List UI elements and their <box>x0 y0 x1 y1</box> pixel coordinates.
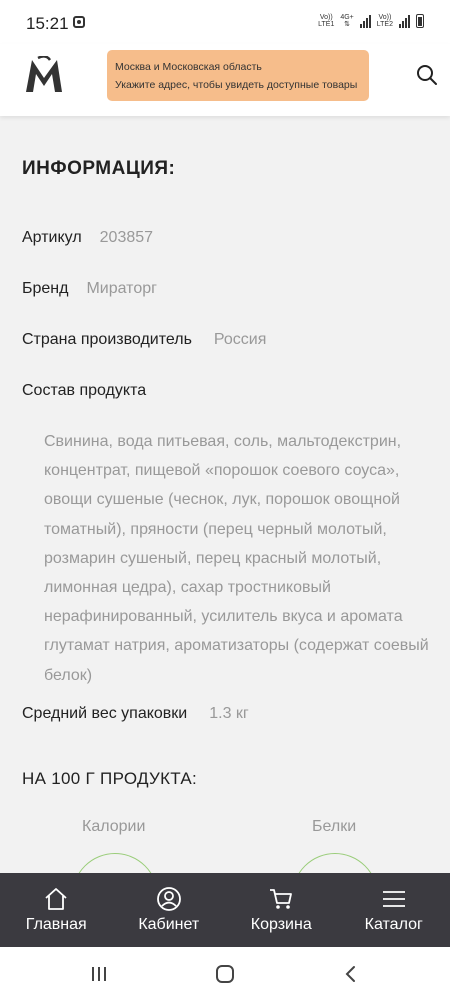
notification-icon <box>73 16 85 28</box>
protein-label: Белки <box>312 818 357 835</box>
sim1-indicator: Vo)) LTE1 <box>318 14 335 28</box>
brand-row: Бренд Мираторг <box>22 280 157 298</box>
brand-label: Бренд <box>22 280 69 297</box>
nav-cart[interactable]: Корзина <box>225 873 338 947</box>
recent-apps-icon[interactable] <box>91 966 107 982</box>
bottom-navigation: Главная Кабинет Корзина Каталог <box>0 873 450 947</box>
sim2-indicator: Vo)) LTE2 <box>376 14 393 28</box>
info-title: ИНФОРМАЦИЯ: <box>22 158 176 179</box>
signal-2-icon <box>399 14 410 28</box>
country-label: Страна производитель <box>22 331 192 348</box>
menu-icon <box>382 891 405 907</box>
country-value: Россия <box>213 331 267 348</box>
battery-icon <box>416 14 424 28</box>
nav-account-label: Кабинет <box>138 916 200 933</box>
home-icon <box>45 888 67 910</box>
system-navigation-bar <box>0 947 450 1000</box>
composition-text: Свинина, вода питьевая, соль, мальтодекс… <box>44 433 429 684</box>
calories-label: Калории <box>82 818 146 835</box>
miratorg-logo-icon[interactable] <box>24 56 64 94</box>
back-icon[interactable] <box>343 965 357 983</box>
status-indicators: Vo)) LTE1 4G+ ⇅ Vo)) LTE2 <box>318 14 424 28</box>
status-bar: 15:21 Vo)) LTE1 4G+ ⇅ Vo)) LTE2 <box>0 0 450 44</box>
article-value: 203857 <box>99 229 154 246</box>
network-type: 4G+ ⇅ <box>340 14 354 28</box>
delivery-address-banner[interactable]: Москва и Московская область Укажите адре… <box>107 50 369 101</box>
nav-home-label: Главная <box>25 916 87 933</box>
nav-account[interactable]: Кабинет <box>113 873 226 947</box>
search-icon[interactable] <box>416 64 438 86</box>
cart-icon <box>270 889 293 909</box>
user-icon <box>156 887 181 911</box>
home-button-icon[interactable] <box>216 965 234 983</box>
nav-catalog-label: Каталог <box>364 916 423 933</box>
app-header: Москва и Московская область Укажите адре… <box>0 44 450 116</box>
status-time: 15:21 <box>26 14 69 33</box>
article-row: Артикул 203857 <box>22 229 153 247</box>
nutrition-title: НА 100 Г ПРОДУКТА: <box>22 769 198 788</box>
nav-home[interactable]: Главная <box>0 873 113 947</box>
nav-catalog[interactable]: Каталог <box>338 873 450 947</box>
country-row: Страна производитель Россия <box>22 331 266 349</box>
banner-region: Москва и Московская область <box>115 61 262 73</box>
banner-hint: Укажите адрес, чтобы увидеть доступные т… <box>115 79 358 91</box>
weight-value: 1.3 кг <box>209 705 249 722</box>
composition-label: Состав продукта <box>22 382 147 399</box>
brand-value: Мираторг <box>86 280 157 297</box>
article-label: Артикул <box>22 229 82 246</box>
nav-cart-label: Корзина <box>250 916 312 933</box>
weight-label: Средний вес упаковки <box>22 705 188 722</box>
weight-row: Средний вес упаковки 1.3 кг <box>22 705 249 723</box>
signal-1-icon <box>359 14 371 28</box>
